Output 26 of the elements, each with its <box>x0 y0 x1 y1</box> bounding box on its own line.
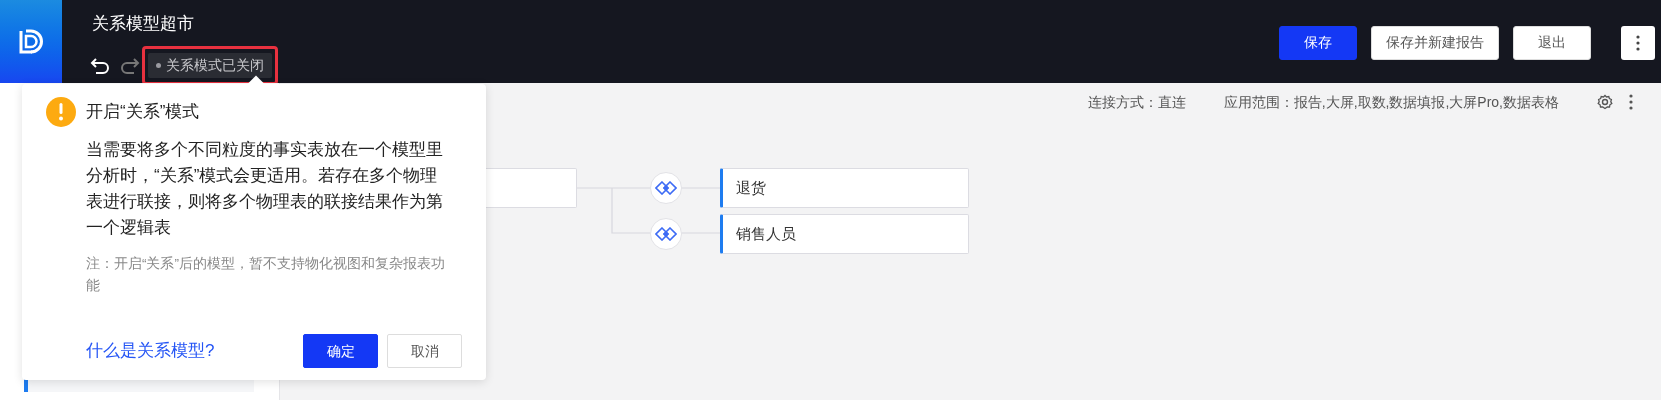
join-icon[interactable] <box>650 172 682 204</box>
table-node[interactable]: 销售人员 <box>720 214 969 254</box>
model-title: 关系模型超市 <box>92 13 195 35</box>
header-button[interactable]: 退出 <box>1513 25 1591 60</box>
help-link[interactable]: 什么是关系模型? <box>86 338 215 364</box>
relation-mode-status[interactable]: 关系模式已关闭 <box>148 53 272 78</box>
popover-note: 注：开启“关系”后的模型，暂不支持物化视图和复杂报表功能 <box>86 255 446 295</box>
join-icon[interactable] <box>650 218 682 250</box>
scope-info: 应用范围：报告,大屏,取数,数据填报,大屏Pro,数据表格 <box>1223 92 1559 112</box>
more-icon <box>1636 34 1640 51</box>
popover-button[interactable]: 确定 <box>303 334 378 368</box>
connection-info: 连接方式：直连 <box>1087 92 1186 112</box>
popover-body: 当需要将多个不同粒度的事实表放在一个模型里分析时，“关系”模式会更适用。若存在多个物理表进行联接，则将多个物理表的联接结果作为第一个逻辑表 <box>86 139 444 239</box>
header-button[interactable]: 保存 <box>1279 25 1357 60</box>
popover-button[interactable]: 取消 <box>387 334 462 368</box>
undo-icon[interactable] <box>90 56 110 75</box>
warning-icon <box>46 97 76 127</box>
popover-title: 开启“关系”模式 <box>86 101 200 124</box>
table-node[interactable] <box>486 168 577 208</box>
status-text: 关系模式已关闭 <box>166 56 264 75</box>
table-node[interactable]: 退货 <box>720 168 969 208</box>
settings-icon[interactable] <box>1597 94 1613 110</box>
more-button[interactable] <box>1621 25 1655 60</box>
header-button[interactable]: 保存并新建报告 <box>1371 25 1499 60</box>
app-logo[interactable] <box>0 0 62 83</box>
more-icon <box>1629 94 1633 110</box>
